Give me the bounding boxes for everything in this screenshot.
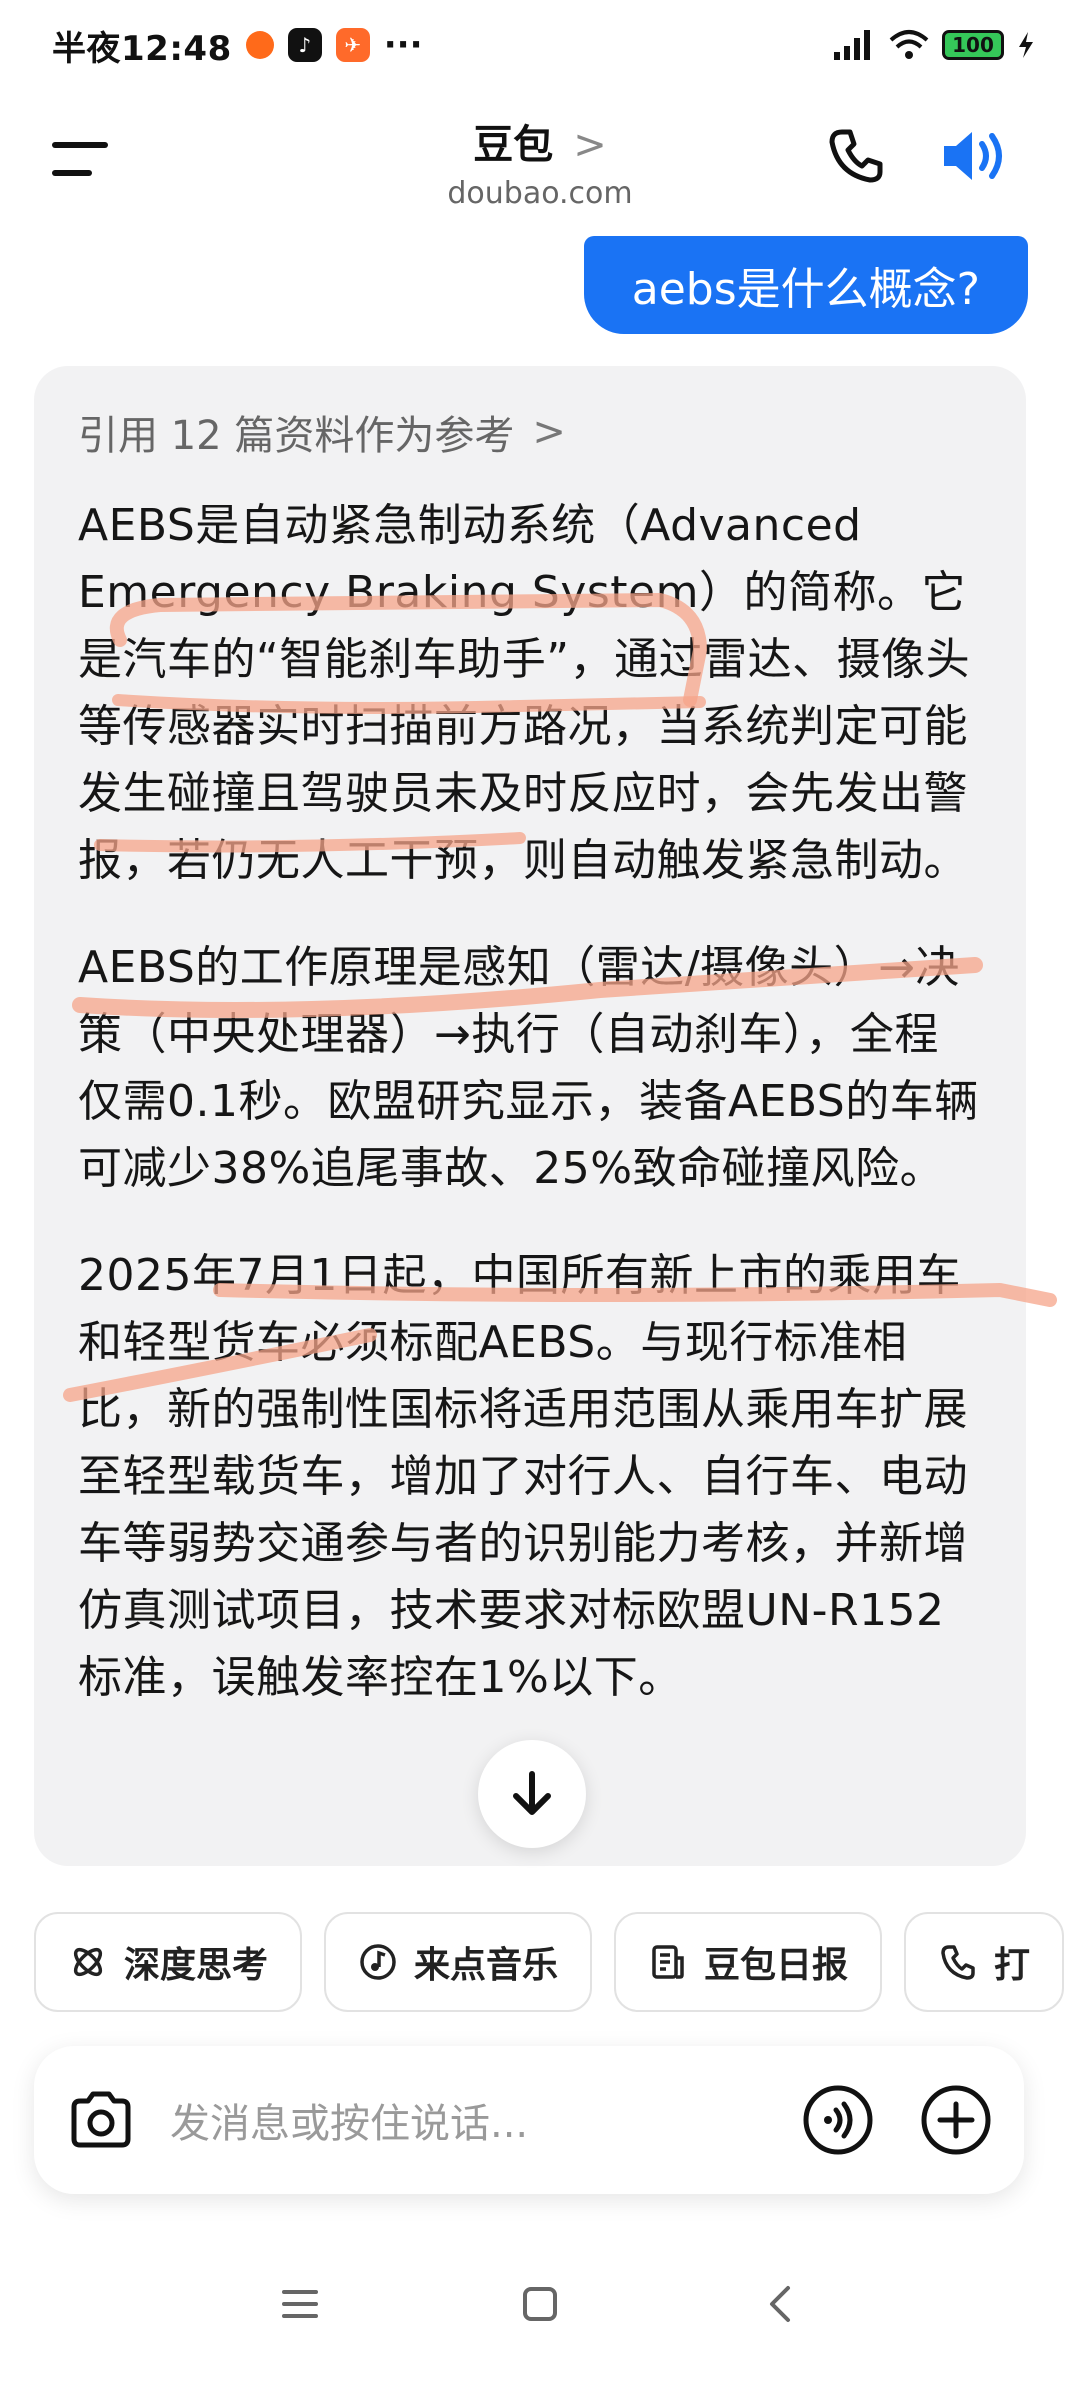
page-title: 豆包 > <box>0 112 1080 170</box>
chip-deep-think[interactable]: 深度思考 <box>34 1912 303 2012</box>
chip-label: 来点音乐 <box>414 1945 559 1986</box>
bot-name: 豆包 <box>473 122 554 168</box>
chip-label: 豆包日报 <box>704 1945 849 1986</box>
answer-paragraph: AEBS是自动紧急制动系统（Advanced Emergency Braking… <box>78 500 971 886</box>
voice-call-icon[interactable] <box>802 2084 874 2156</box>
status-right: 100 <box>832 28 1036 62</box>
message-input[interactable]: 发消息或按住说话... <box>170 2091 802 2149</box>
mail-app-icon: ✈ <box>335 28 370 62</box>
references-link[interactable]: 引用 12 篇资料作为参考 > <box>78 400 982 464</box>
status-more: ··· <box>383 25 423 65</box>
phone-call-icon[interactable] <box>824 124 888 188</box>
wifi-icon <box>889 30 929 59</box>
chip-music[interactable]: 来点音乐 <box>324 1912 593 2012</box>
arrow-down-icon <box>513 1771 551 1815</box>
nav-menu-button[interactable] <box>270 2274 330 2334</box>
quick-action-chips: 深度思考 来点音乐 豆包日报 打 <box>34 1912 1080 2012</box>
assistant-answer-card: 引用 12 篇资料作为参考 > AEBS是自动紧急制动系统（Advanced E… <box>34 366 1026 1866</box>
system-navigation-bar <box>0 2244 1080 2364</box>
phone-icon <box>941 1945 975 1980</box>
scroll-to-bottom-button[interactable] <box>478 1740 586 1848</box>
chip-label: 打 <box>994 1945 1031 1986</box>
menu-lines-icon <box>282 2290 318 2318</box>
add-icon[interactable] <box>920 2084 992 2156</box>
message-input-bar: 发消息或按住说话... <box>34 2046 1024 2194</box>
tiktok-icon: ♪ <box>287 28 322 62</box>
status-bar: 半夜12:48 ♪ ✈ ··· 100 <box>0 0 1080 90</box>
header-title-group[interactable]: 豆包 > doubao.com <box>0 112 1080 211</box>
battery-indicator: 100 <box>942 30 1004 60</box>
chevron-right-icon: > <box>532 409 566 455</box>
header-subtitle: doubao.com <box>447 176 633 211</box>
daily-report-icon <box>652 1945 684 1979</box>
nav-back-button[interactable] <box>750 2274 810 2334</box>
answer-paragraph: AEBS的工作原理是感知（雷达/摄像头）→决策（中央处理器）→执行（自动刹车），… <box>78 942 979 1194</box>
title-chevron-icon: > <box>573 122 607 168</box>
charging-icon <box>1019 32 1033 58</box>
signal-icon <box>834 30 870 60</box>
chat-header: 豆包 > doubao.com <box>0 90 1080 230</box>
chip-daily-report[interactable]: 豆包日报 <box>614 1912 883 2012</box>
speaker-icon[interactable] <box>938 124 1010 188</box>
chip-label: 深度思考 <box>124 1945 269 1986</box>
answer-paragraph: 2025年7月1日起，中国所有新上市的乘用车和轻型货车必须标配AEBS。与现行标… <box>78 1250 968 1703</box>
camera-icon[interactable] <box>66 2085 136 2155</box>
chip-phone[interactable]: 打 <box>904 1912 1065 2012</box>
status-left: 半夜12:48 ♪ ✈ ··· <box>52 21 422 70</box>
nav-home-button[interactable] <box>510 2274 570 2334</box>
user-message-bubble[interactable]: aebs是什么概念? <box>583 236 1028 334</box>
home-square-icon <box>523 2287 557 2321</box>
weibo-icon <box>245 31 274 59</box>
user-message-text: aebs是什么概念? <box>631 264 980 315</box>
music-icon <box>360 1944 396 1980</box>
status-time: 半夜12:48 <box>52 28 232 69</box>
references-label: 引用 12 篇资料作为参考 <box>78 413 515 459</box>
deep-think-icon <box>73 1947 103 1977</box>
back-chevron-icon <box>770 2286 790 2322</box>
battery-level: 100 <box>952 33 994 57</box>
